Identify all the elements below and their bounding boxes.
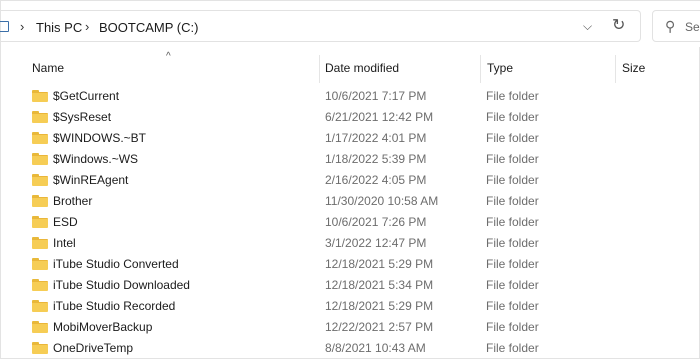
search-placeholder: Se	[685, 20, 700, 34]
file-type: File folder	[486, 278, 539, 292]
table-row[interactable]: $GetCurrent 10/6/2021 7:17 PM File folde…	[1, 85, 700, 106]
folder-icon	[32, 342, 48, 354]
file-type: File folder	[486, 89, 539, 103]
date-modified: 12/18/2021 5:29 PM	[325, 299, 434, 313]
file-name: $Windows.~WS	[53, 152, 139, 166]
table-row[interactable]: MobiMoverBackup 12/22/2021 2:57 PM File …	[1, 316, 700, 337]
folder-icon	[32, 321, 48, 333]
file-type: File folder	[486, 236, 539, 250]
folder-icon	[32, 195, 48, 207]
file-type: File folder	[486, 341, 539, 355]
address-bar-row: › This PC › BOOTCAMP (C:) ⌵ ↻ ⚲ Se	[0, 1, 700, 47]
date-modified: 11/30/2020 10:58 AM	[325, 194, 439, 208]
file-name: Intel	[53, 236, 76, 250]
date-modified: 6/21/2021 12:42 PM	[325, 110, 434, 124]
explorer-window: › This PC › BOOTCAMP (C:) ⌵ ↻ ⚲ Se ^ Nam…	[0, 0, 700, 359]
folder-icon	[32, 279, 48, 291]
column-header-size[interactable]: Size	[622, 61, 645, 75]
file-type: File folder	[486, 194, 539, 208]
date-modified: 12/18/2021 5:29 PM	[325, 257, 434, 271]
date-modified: 12/18/2021 5:34 PM	[325, 278, 434, 292]
date-modified: 3/1/2022 12:47 PM	[325, 236, 427, 250]
chevron-right-icon[interactable]: ›	[20, 19, 24, 34]
column-header-type[interactable]: Type	[487, 61, 513, 75]
table-row[interactable]: $WINDOWS.~BT 1/17/2022 4:01 PM File fold…	[1, 127, 700, 148]
table-row[interactable]: $Windows.~WS 1/18/2022 5:39 PM File fold…	[1, 148, 700, 169]
folder-icon	[32, 258, 48, 270]
date-modified: 2/16/2022 4:05 PM	[325, 173, 427, 187]
file-name: iTube Studio Converted	[53, 257, 179, 271]
search-icon: ⚲	[665, 18, 676, 34]
table-row[interactable]: iTube Studio Converted 12/18/2021 5:29 P…	[1, 253, 700, 274]
column-header-name[interactable]: Name	[32, 61, 64, 75]
table-row[interactable]: $SysReset 6/21/2021 12:42 PM File folder	[1, 106, 700, 127]
date-modified: 12/22/2021 2:57 PM	[325, 320, 434, 334]
file-type: File folder	[486, 257, 539, 271]
folder-icon	[32, 174, 48, 186]
pc-icon	[0, 21, 9, 32]
file-name: Brother	[53, 194, 93, 208]
table-row[interactable]: iTube Studio Downloaded 12/18/2021 5:34 …	[1, 274, 700, 295]
folder-icon	[32, 111, 48, 123]
file-type: File folder	[486, 299, 539, 313]
column-divider[interactable]	[480, 55, 481, 83]
refresh-icon[interactable]: ↻	[612, 15, 625, 35]
file-name: $SysReset	[53, 110, 112, 124]
file-name: ESD	[53, 215, 78, 229]
folder-icon	[32, 216, 48, 228]
column-header-row: Name Date modified Type Size	[1, 51, 700, 83]
file-name: $WINDOWS.~BT	[53, 131, 147, 145]
file-type: File folder	[486, 215, 539, 229]
table-row[interactable]: Intel 3/1/2022 12:47 PM File folder	[1, 232, 700, 253]
file-type: File folder	[486, 173, 539, 187]
column-divider[interactable]	[615, 55, 616, 83]
folder-icon	[32, 300, 48, 312]
folder-icon	[32, 153, 48, 165]
folder-icon	[32, 90, 48, 102]
folder-icon	[32, 132, 48, 144]
date-modified: 10/6/2021 7:26 PM	[325, 215, 427, 229]
table-row[interactable]: $WinREAgent 2/16/2022 4:05 PM File folde…	[1, 169, 700, 190]
date-modified: 8/8/2021 10:43 AM	[325, 341, 426, 355]
file-name: $GetCurrent	[53, 89, 120, 103]
file-name: iTube Studio Downloaded	[53, 278, 190, 292]
date-modified: 10/6/2021 7:17 PM	[325, 89, 427, 103]
file-name: MobiMoverBackup	[53, 320, 153, 334]
date-modified: 1/17/2022 4:01 PM	[325, 131, 427, 145]
table-row[interactable]: iTube Studio Recorded 12/18/2021 5:29 PM…	[1, 295, 700, 316]
breadcrumb-drive[interactable]: BOOTCAMP (C:)	[99, 20, 198, 35]
table-row[interactable]: OneDriveTemp 8/8/2021 10:43 AM File fold…	[1, 337, 700, 358]
breadcrumb-this-pc[interactable]: This PC	[36, 20, 82, 35]
column-divider[interactable]	[319, 55, 320, 83]
file-name: OneDriveTemp	[53, 341, 134, 355]
file-type: File folder	[486, 110, 539, 124]
column-header-date[interactable]: Date modified	[325, 61, 399, 75]
address-bar[interactable]: › This PC › BOOTCAMP (C:) ⌵ ↻	[0, 10, 641, 42]
table-row[interactable]: Brother 11/30/2020 10:58 AM File folder	[1, 190, 700, 211]
file-name: $WinREAgent	[53, 173, 129, 187]
chevron-right-icon[interactable]: ›	[85, 19, 89, 34]
file-type: File folder	[486, 320, 539, 334]
file-name: iTube Studio Recorded	[53, 299, 176, 313]
table-row[interactable]: ESD 10/6/2021 7:26 PM File folder	[1, 211, 700, 232]
folder-icon	[32, 237, 48, 249]
file-type: File folder	[486, 152, 539, 166]
file-type: File folder	[486, 131, 539, 145]
address-dropdown-icon[interactable]: ⌵	[583, 19, 592, 34]
date-modified: 1/18/2022 5:39 PM	[325, 152, 427, 166]
search-input[interactable]: ⚲ Se	[652, 10, 700, 42]
